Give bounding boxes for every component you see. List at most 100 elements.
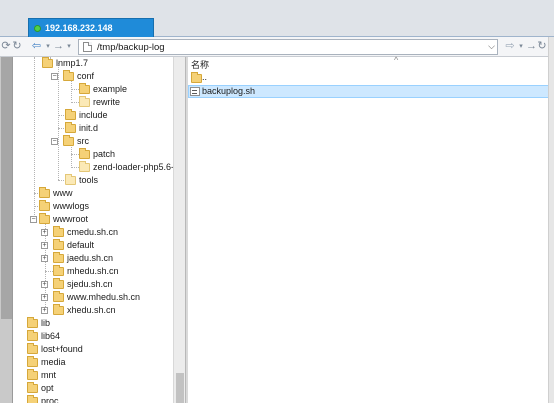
folder-icon (39, 200, 50, 211)
expand-icon[interactable]: + (41, 255, 48, 262)
file-list: 名称 ^ .. backuplog.sh (188, 55, 554, 403)
folder-icon (53, 252, 64, 263)
path-text: /tmp/backup-log (97, 42, 165, 53)
tree-guide-line (58, 63, 59, 180)
tree-item-label: www (53, 188, 73, 198)
folder-icon (27, 369, 38, 380)
tree-item-label: media (41, 357, 66, 367)
folder-icon (27, 317, 38, 328)
expand-icon[interactable]: + (41, 294, 48, 301)
expand-icon[interactable]: + (41, 242, 48, 249)
tree-item-label: src (77, 136, 89, 146)
file-list-header: 名称 ^ (188, 55, 554, 71)
right-dropdown-icon[interactable]: ▾ (517, 40, 525, 54)
tree-item-label: example (93, 84, 128, 94)
path-input[interactable]: /tmp/backup-log ⌵ (78, 39, 498, 55)
tree-item-label: mnt (41, 370, 57, 380)
expand-icon[interactable]: + (41, 281, 48, 288)
left-gutter-scrollbar[interactable] (0, 57, 13, 403)
folder-icon (63, 70, 74, 81)
tree-item-label: jaedu.sh.cn (67, 253, 114, 263)
file-row-selected[interactable]: backuplog.sh (188, 85, 554, 98)
folder-icon (42, 57, 53, 68)
tree-guide-line (71, 89, 79, 90)
tree-item-label: default (67, 240, 95, 250)
folder-icon (53, 265, 64, 276)
folder-icon (53, 291, 64, 302)
back-button[interactable]: ⇦ (30, 40, 43, 54)
expand-icon[interactable]: + (41, 307, 48, 314)
sort-ascending-icon: ^ (394, 55, 399, 65)
tree-item-label: include (79, 110, 108, 120)
right-edge-strip (548, 37, 554, 403)
tree-item-label: zend-loader-php5.6-li (93, 162, 179, 172)
path-folder-icon (83, 42, 92, 52)
tree-guide-line (71, 102, 79, 103)
tree-item-label: opt (41, 383, 54, 393)
left-gutter-scroll-thumb[interactable] (1, 57, 12, 319)
tree-item-label: rewrite (93, 97, 121, 107)
tree-item-label: tools (79, 175, 99, 185)
folder-icon (79, 96, 90, 107)
folder-icon (39, 187, 50, 198)
tree-item-label: www.mhedu.sh.cn (67, 292, 141, 302)
reload-left-icon[interactable]: ↻ (12, 40, 22, 54)
tree-item-label: wwwlogs (53, 201, 90, 211)
directory-tree: lnmp1.7 − conf example rewrite include i… (13, 57, 186, 403)
forward-button[interactable]: → (53, 40, 64, 54)
refresh-right-icon[interactable]: ↻ (537, 40, 547, 54)
tree-item-label: patch (93, 149, 116, 159)
file-row-parent[interactable]: .. (188, 71, 554, 84)
tab-session[interactable]: 192.168.232.148 (28, 18, 154, 37)
tree-item-label: proc (41, 396, 59, 403)
tree-item-label: lost+found (41, 344, 83, 354)
tree-item-label: cmedu.sh.cn (67, 227, 119, 237)
folder-icon (65, 174, 76, 185)
tree-item-label: sjedu.sh.cn (67, 279, 113, 289)
tree-item-label: wwwroot (53, 214, 89, 224)
forward-right-icon[interactable]: ⇨ (504, 40, 516, 54)
toolbar: ⟳ ↻ ⇦ ▾ → ▾ /tmp/backup-log ⌵ ⇨ ▾ → ↻ (0, 37, 554, 57)
tab-bar: 192.168.232.148 (0, 0, 554, 37)
folder-icon (53, 239, 64, 250)
folder-icon (53, 226, 64, 237)
tree-item-label: lib64 (41, 331, 61, 341)
folder-icon (27, 356, 38, 367)
folder-icon (27, 330, 38, 341)
folder-icon (39, 213, 50, 224)
folder-icon (65, 109, 76, 120)
collapse-icon[interactable]: − (30, 216, 37, 223)
tree-item-label: xhedu.sh.cn (67, 305, 116, 315)
folder-icon (27, 343, 38, 354)
folder-icon (27, 395, 38, 403)
folder-icon (63, 135, 74, 146)
tab-title: 192.168.232.148 (45, 23, 113, 33)
tree-item-label: init.d (79, 123, 99, 133)
tree-item-label: conf (77, 71, 95, 81)
tree-scrollbar[interactable] (173, 57, 185, 403)
collapse-icon[interactable]: − (51, 138, 58, 145)
back-dropdown-icon[interactable]: ▾ (44, 40, 52, 54)
expand-icon[interactable]: + (41, 229, 48, 236)
tree-guide-line (71, 154, 79, 155)
forward-dropdown-icon[interactable]: ▾ (65, 40, 73, 54)
folder-up-icon (191, 72, 202, 83)
folder-icon (53, 304, 64, 315)
file-name: backuplog.sh (202, 86, 256, 96)
folder-icon (65, 122, 76, 133)
chevron-down-icon[interactable]: ⌵ (488, 41, 495, 52)
tree-scroll-thumb[interactable] (176, 373, 184, 403)
next-right-icon[interactable]: → (526, 40, 537, 54)
folder-icon (79, 148, 90, 159)
column-header-name[interactable]: 名称 (191, 58, 209, 71)
collapse-icon[interactable]: − (51, 73, 58, 80)
connected-status-icon (34, 25, 41, 32)
tree-item-label: lnmp1.7 (56, 58, 89, 68)
refresh-left-icon[interactable]: ⟳ (1, 40, 11, 54)
shell-script-icon (190, 87, 200, 96)
tree-guide-line (71, 167, 79, 168)
folder-icon (79, 161, 90, 172)
tree-item-label: lib (41, 318, 51, 328)
folder-icon (27, 382, 38, 393)
tree-item-label: mhedu.sh.cn (67, 266, 119, 276)
